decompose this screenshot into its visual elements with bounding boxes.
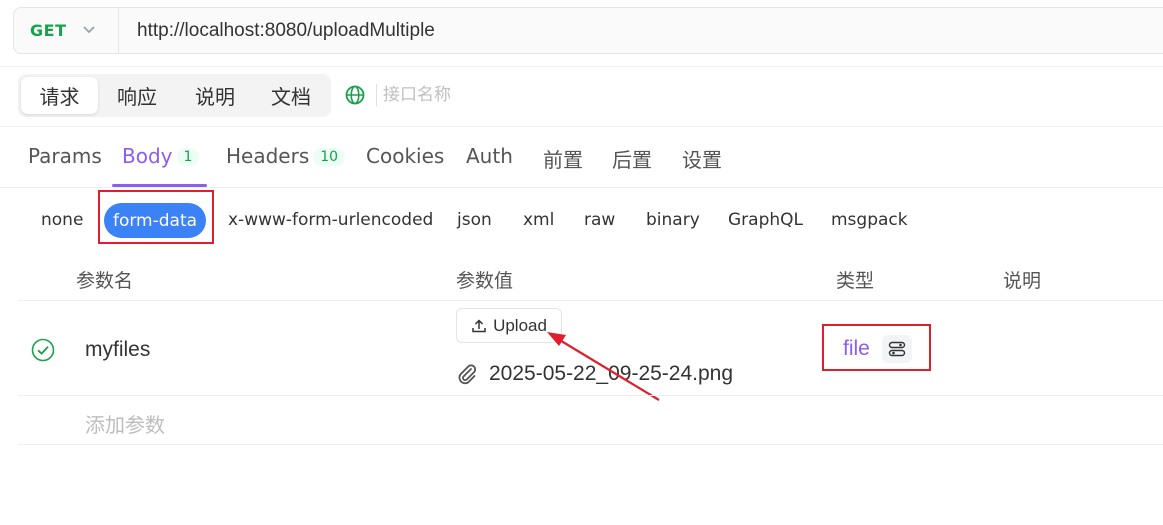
api-name-input[interactable]: [383, 82, 583, 108]
tab-label: Body: [122, 144, 173, 168]
body-type-graphql[interactable]: GraphQL: [728, 210, 803, 230]
divider: [0, 66, 1163, 67]
tab-post-script[interactable]: 后置: [612, 144, 652, 173]
tab-cookies[interactable]: Cookies: [366, 144, 444, 168]
upload-icon: [472, 318, 486, 332]
tab-docs[interactable]: 文档: [254, 77, 328, 114]
divider: [18, 300, 1163, 301]
upload-button[interactable]: Upload: [456, 308, 562, 343]
globe-icon[interactable]: [345, 85, 365, 105]
body-type-raw[interactable]: raw: [584, 210, 615, 230]
annotation-highlight-box: [822, 324, 931, 371]
divider: [0, 187, 1163, 188]
column-header-type: 类型: [836, 270, 875, 292]
tab-description[interactable]: 说明: [176, 77, 254, 114]
add-param-placeholder[interactable]: 添加参数: [85, 409, 165, 438]
column-header-description: 说明: [1003, 270, 1042, 292]
tab-label: Auth: [466, 144, 513, 168]
request-tabs: 请求 响应 说明 文档: [18, 74, 331, 117]
tab-auth[interactable]: Auth: [466, 144, 513, 168]
tab-params[interactable]: Params: [28, 144, 102, 168]
upload-label: Upload: [493, 315, 547, 335]
body-type-xml[interactable]: xml: [523, 210, 554, 230]
chevron-down-icon: [82, 23, 96, 39]
method-select[interactable]: GET: [14, 8, 119, 53]
count-badge: 1: [176, 148, 200, 166]
divider: [18, 395, 1163, 396]
attached-file-name[interactable]: 2025-05-22_09-25-24.png: [489, 362, 733, 386]
annotation-highlight-box: [98, 190, 214, 244]
column-header-value: 参数值: [456, 270, 514, 292]
method-label: GET: [30, 21, 67, 40]
divider: [18, 444, 1163, 445]
tab-label: 前置: [543, 148, 583, 172]
body-type-json[interactable]: json: [457, 210, 492, 230]
param-name-cell[interactable]: myfiles: [85, 338, 150, 362]
paperclip-icon: [458, 364, 477, 385]
body-type-none[interactable]: none: [41, 210, 83, 230]
url-bar: GET: [13, 7, 1163, 54]
tab-request[interactable]: 请求: [21, 77, 98, 114]
body-type-urlencoded[interactable]: x-www-form-urlencoded: [228, 210, 433, 230]
tab-label: 后置: [612, 148, 652, 172]
url-input[interactable]: [119, 8, 1163, 53]
tab-body[interactable]: Body 1: [122, 144, 200, 168]
divider: [0, 126, 1163, 127]
tab-label: Headers: [226, 144, 310, 168]
check-circle-icon[interactable]: [31, 338, 55, 362]
body-type-msgpack[interactable]: msgpack: [831, 210, 908, 230]
body-type-binary[interactable]: binary: [646, 210, 700, 230]
column-header-name: 参数名: [76, 270, 134, 292]
tab-label: Cookies: [366, 144, 445, 168]
count-badge: 10: [313, 148, 346, 166]
tab-label: Params: [28, 144, 102, 168]
tab-pre-script[interactable]: 前置: [543, 144, 583, 173]
tab-label: 设置: [682, 148, 722, 172]
tab-settings[interactable]: 设置: [682, 144, 722, 173]
tab-headers[interactable]: Headers 10: [226, 144, 346, 168]
tab-response[interactable]: 响应: [98, 77, 176, 114]
divider: [376, 84, 377, 106]
